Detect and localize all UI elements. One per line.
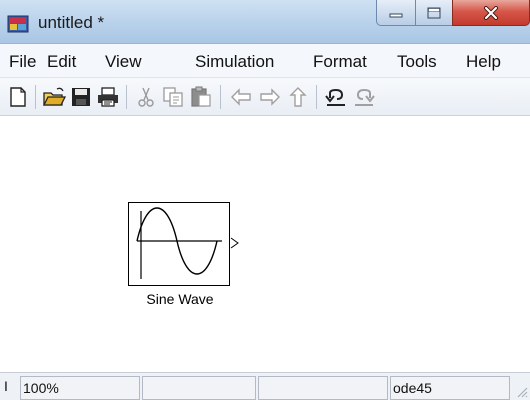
copy-icon[interactable] xyxy=(161,86,185,108)
menu-tools[interactable]: Tools xyxy=(397,52,437,72)
undo-icon[interactable] xyxy=(324,86,348,108)
menu-help[interactable]: Help xyxy=(466,52,501,72)
minimize-button[interactable] xyxy=(376,0,416,26)
up-icon[interactable] xyxy=(286,86,310,108)
forward-icon[interactable] xyxy=(258,86,282,108)
back-icon[interactable] xyxy=(229,86,253,108)
status-cell-2 xyxy=(142,376,256,400)
print-icon[interactable] xyxy=(96,86,120,108)
toolbar-separator xyxy=(35,85,36,109)
toolbar-separator xyxy=(316,85,317,109)
title-bar: untitled * xyxy=(0,0,530,44)
new-icon[interactable] xyxy=(6,86,30,108)
block-label[interactable]: Sine Wave xyxy=(125,291,235,307)
toolbar xyxy=(0,78,530,116)
menu-simulation[interactable]: Simulation xyxy=(195,52,274,72)
toolbar-separator xyxy=(220,85,221,109)
paste-icon[interactable] xyxy=(189,86,213,108)
menu-view[interactable]: View xyxy=(105,52,142,72)
simulink-model-icon xyxy=(7,15,29,33)
menu-edit[interactable]: Edit xyxy=(47,52,76,72)
toolbar-separator xyxy=(126,85,127,109)
sine-wave-block[interactable] xyxy=(128,202,230,286)
status-zoom: 100% xyxy=(20,376,140,400)
save-icon[interactable] xyxy=(69,86,93,108)
close-icon xyxy=(484,5,498,20)
open-icon[interactable] xyxy=(42,86,66,108)
maximize-button[interactable] xyxy=(415,0,453,26)
menu-file[interactable]: File xyxy=(9,52,36,72)
menu-format[interactable]: Format xyxy=(313,52,367,72)
redo-icon[interactable] xyxy=(352,86,376,108)
menu-bar: File Edit View Simulation Format Tools H… xyxy=(0,44,530,78)
status-solver: ode45 xyxy=(390,376,510,400)
sine-wave-icon xyxy=(136,207,222,279)
close-button[interactable] xyxy=(452,0,530,26)
cut-icon[interactable] xyxy=(134,86,158,108)
maximize-icon xyxy=(427,7,441,18)
output-port-icon[interactable] xyxy=(230,237,240,249)
minimize-icon xyxy=(389,13,403,17)
status-cell-3 xyxy=(258,376,388,400)
status-bar: I 100% ode45 xyxy=(0,372,530,400)
window-title: untitled * xyxy=(38,13,105,32)
model-canvas[interactable]: Sine Wave xyxy=(0,117,530,372)
status-prefix: I xyxy=(4,378,8,394)
resize-grip-icon[interactable] xyxy=(514,384,528,398)
